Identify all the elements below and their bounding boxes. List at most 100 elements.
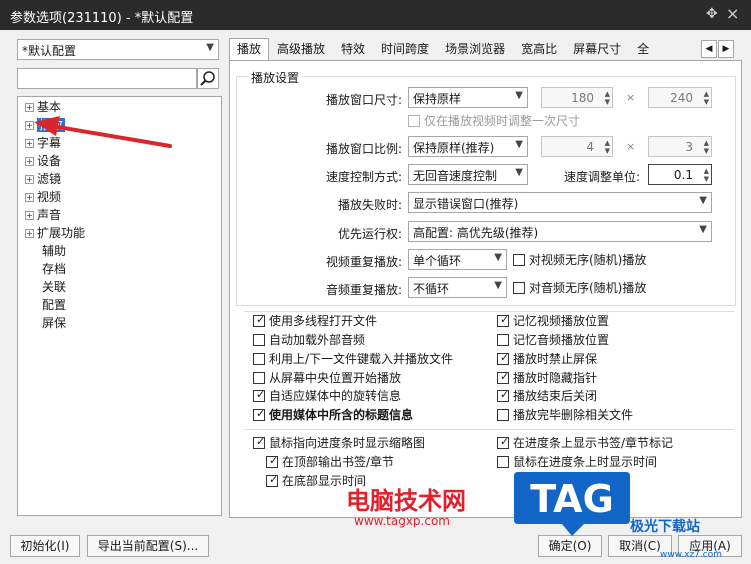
delete-after-play-checkbox[interactable]: 播放完毕删除相关文件 [497,407,633,423]
tree-item[interactable]: + 声音 [25,207,61,223]
tree-item[interactable]: + 视频 [25,189,61,205]
audio-random-checkbox[interactable]: 对音频无序(随机)播放 [513,280,646,296]
check-icon: ✓ [500,370,510,383]
search-input[interactable] [17,68,197,89]
profile-select-value: *默认配置 [22,44,77,58]
checkbox-box [497,334,509,346]
ratio-height-value: 3 [685,140,693,154]
tab-effects[interactable]: 特效 [333,38,373,60]
window-size-select[interactable]: 保持原样 ▼ [408,87,528,108]
tab-overflow[interactable]: 全 [629,38,657,60]
audio-repeat-select[interactable]: 不循环 ▼ [408,277,507,298]
tab-aspect-ratio[interactable]: 宽高比 [513,38,565,60]
checkbox-label: 记忆音频播放位置 [513,333,610,347]
checkbox-box [513,282,525,294]
speed-unit-spinner[interactable]: 0.1 ▲ ▼ [648,164,712,185]
on-fail-select[interactable]: 显示错误窗口(推荐) ▼ [408,192,712,213]
multithread-open-checkbox[interactable]: ✓ 使用多线程打开文件 [253,313,377,329]
spin-up-icon[interactable]: ▲ [605,139,610,147]
spin-down-icon[interactable]: ▼ [605,147,610,155]
search-button[interactable] [197,68,219,89]
spin-up-icon[interactable]: ▲ [605,90,610,98]
hide-cursor-checkbox[interactable]: ✓ 播放时隐藏指针 [497,370,597,386]
expand-icon[interactable]: + [25,157,34,166]
export-config-button[interactable]: 导出当前配置(S)... [87,535,209,557]
tab-scene-browser[interactable]: 场景浏览器 [437,38,513,60]
times-icon: × [626,91,636,104]
check-icon: ✓ [256,435,266,448]
remember-video-position-checkbox[interactable]: ✓ 记忆视频播放位置 [497,313,609,329]
tab-scroll-left-icon[interactable]: ◀ [701,40,717,58]
times-icon: × [626,140,636,153]
checkbox-label: 利用上/下一文件键载入并播放文件 [269,352,454,366]
tab-screen-size[interactable]: 屏幕尺寸 [565,38,629,60]
checkbox-box: ✓ [497,436,509,449]
window-height-spinner[interactable]: 240 ▲ ▼ [648,87,712,108]
tab-time-span[interactable]: 时间跨度 [373,38,437,60]
thumbnail-hover-checkbox[interactable]: ✓ 鼠标指向进度条时显示缩略图 [253,435,425,451]
on-fail-label: 播放失败时: [337,198,402,212]
auto-load-audio-checkbox[interactable]: 自动加载外部音频 [253,332,365,348]
tree-item[interactable]: 关联 [42,279,66,295]
ok-button[interactable]: 确定(O) [538,535,602,557]
tree-item[interactable]: 存档 [42,261,66,277]
watermark-text: 电脑技术网 [346,487,466,515]
checkbox-label: 记忆视频播放位置 [513,314,610,328]
spin-up-icon[interactable]: ▲ [704,90,709,98]
tree-item[interactable]: 屏保 [42,315,66,331]
ratio-width-spinner[interactable]: 4 ▲ ▼ [541,136,613,157]
init-button[interactable]: 初始化(I) [10,535,80,557]
spin-up-icon[interactable]: ▲ [704,139,709,147]
priority-value: 高配置: 高优先级(推荐) [413,226,539,240]
spin-down-icon[interactable]: ▼ [704,175,709,183]
media-title-checkbox[interactable]: ✓ 使用媒体中所含的标题信息 [253,407,413,423]
tree-item[interactable]: 辅助 [42,243,66,259]
spin-up-icon[interactable]: ▲ [704,167,709,175]
close-after-play-checkbox[interactable]: ✓ 播放结束后关闭 [497,388,597,404]
prev-next-key-checkbox[interactable]: 利用上/下一文件键载入并播放文件 [253,351,453,367]
close-icon[interactable]: × [726,4,739,23]
spin-down-icon[interactable]: ▼ [704,147,709,155]
expand-icon[interactable]: + [25,193,34,202]
priority-select[interactable]: 高配置: 高优先级(推荐) ▼ [408,221,712,242]
tree-item-label: 声音 [37,208,62,222]
spin-down-icon[interactable]: ▼ [704,98,709,106]
expand-icon[interactable]: + [25,211,34,220]
video-repeat-label: 视频重复播放: [325,255,402,269]
remember-audio-position-checkbox[interactable]: 记忆音频播放位置 [497,332,609,348]
spin-down-icon[interactable]: ▼ [605,98,610,106]
tree-item-label: 存档 [42,262,67,276]
window-ratio-select[interactable]: 保持原样(推荐) ▼ [408,136,528,157]
window-size-label: 播放窗口尺寸: [325,93,402,107]
tab-advanced-playback[interactable]: 高级播放 [269,38,333,60]
speed-mode-select[interactable]: 无回音速度控制 ▼ [408,164,528,185]
ratio-height-spinner[interactable]: 3 ▲ ▼ [648,136,712,157]
checkbox-label: 播放完毕删除相关文件 [513,408,634,422]
video-repeat-select[interactable]: 单个循环 ▼ [408,249,507,270]
expand-icon[interactable]: + [25,229,34,238]
tree-item[interactable]: 配置 [42,297,66,313]
tree-item[interactable]: + 滤镜 [25,171,61,187]
checkbox-label: 播放时禁止屏保 [513,352,598,366]
speed-unit-value: 0.1 [673,168,693,182]
tab-playback[interactable]: 播放 [229,38,270,60]
tree-item[interactable]: + 设备 [25,153,61,169]
tree-item[interactable]: + 扩展功能 [25,225,85,241]
title-bar: 参数选项(231110) - *默认配置 ✥ × [0,0,751,30]
audio-repeat-value: 不循环 [413,282,450,296]
tab-scroll-right-icon[interactable]: ▶ [718,40,734,58]
bar-bookmarks-checkbox[interactable]: ✓ 在进度条上显示书签/章节标记 [497,435,673,451]
auto-rotate-checkbox[interactable]: ✓ 自适应媒体中的旋转信息 [253,388,401,404]
pin-icon[interactable]: ✥ [706,6,718,22]
profile-select[interactable]: *默认配置 ▼ [17,39,219,60]
checkbox-label: 使用多线程打开文件 [269,314,378,328]
disable-screensaver-checkbox[interactable]: ✓ 播放时禁止屏保 [497,351,597,367]
adjust-once-checkbox[interactable]: 仅在播放视频时调整一次尺寸 [408,113,580,129]
expand-icon[interactable]: + [25,175,34,184]
video-random-checkbox[interactable]: 对视频无序(随机)播放 [513,252,646,268]
start-center-checkbox[interactable]: 从屏幕中央位置开始播放 [253,370,401,386]
checkbox-box: ✓ [266,454,279,468]
top-bookmarks-checkbox[interactable]: ✓ 在顶部输出书签/章节 [266,454,394,470]
window-width-spinner[interactable]: 180 ▲ ▼ [541,87,613,108]
check-icon: ✓ [269,454,279,467]
